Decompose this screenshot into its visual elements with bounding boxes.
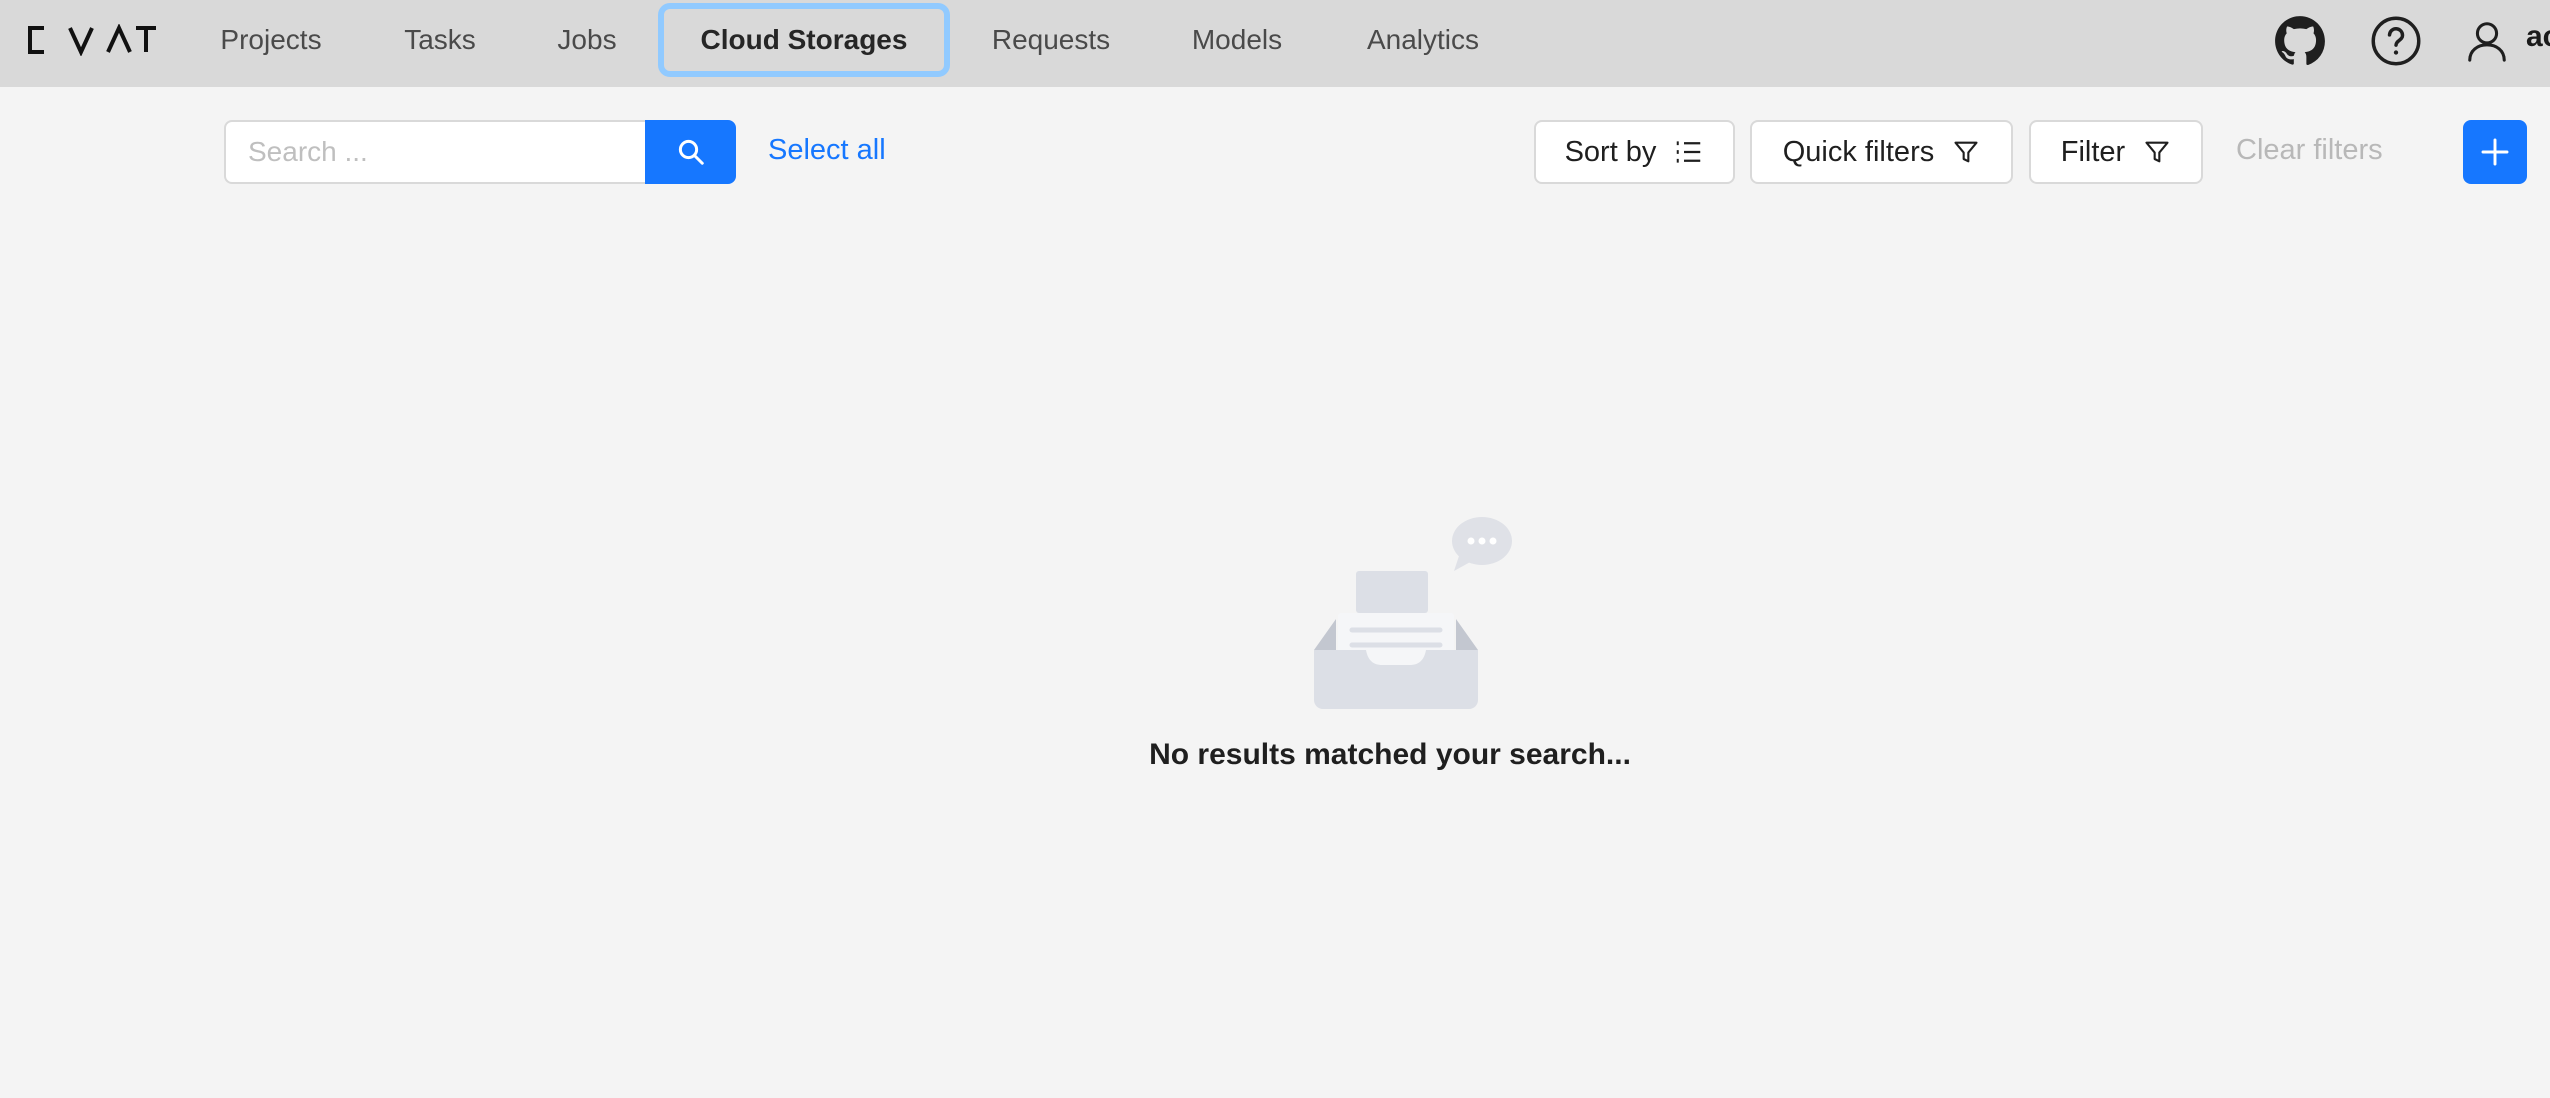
sort-list-icon bbox=[1677, 141, 1701, 163]
github-icon[interactable] bbox=[2274, 15, 2326, 67]
nav-cloud-storages[interactable]: Cloud Storages bbox=[658, 3, 950, 77]
search-icon bbox=[678, 139, 704, 165]
cvat-logo[interactable] bbox=[26, 24, 156, 56]
add-cloud-storage-button[interactable] bbox=[2463, 120, 2527, 184]
empty-inbox-icon bbox=[1314, 517, 1512, 709]
nav-jobs[interactable]: Jobs bbox=[538, 0, 636, 80]
funnel-icon bbox=[2145, 141, 2169, 163]
nav-projects[interactable]: Projects bbox=[200, 0, 342, 80]
filter-label: Filter bbox=[2060, 135, 2126, 168]
search-input[interactable] bbox=[224, 120, 646, 184]
select-all-link[interactable]: Select all bbox=[768, 134, 886, 167]
top-header: Projects Tasks Jobs Cloud Storages Reque… bbox=[0, 0, 2550, 87]
sort-by-button[interactable]: Sort by bbox=[1534, 120, 1735, 184]
plus-icon bbox=[2481, 138, 2509, 166]
user-icon[interactable] bbox=[2464, 15, 2510, 67]
user-name-label[interactable]: ac bbox=[2526, 20, 2550, 54]
nav-models[interactable]: Models bbox=[1170, 0, 1304, 80]
help-icon[interactable] bbox=[2370, 15, 2422, 67]
search-button[interactable] bbox=[645, 120, 736, 184]
quick-filters-button[interactable]: Quick filters bbox=[1750, 120, 2013, 184]
nav-analytics[interactable]: Analytics bbox=[1350, 0, 1496, 80]
empty-state-message: No results matched your search... bbox=[1149, 738, 1631, 771]
quick-filters-label: Quick filters bbox=[1782, 135, 1935, 168]
nav-tasks[interactable]: Tasks bbox=[380, 0, 500, 80]
funnel-icon bbox=[1954, 141, 1978, 163]
nav-requests[interactable]: Requests bbox=[976, 0, 1126, 80]
sort-by-label: Sort by bbox=[1564, 135, 1657, 168]
clear-filters-button[interactable]: Clear filters bbox=[2236, 134, 2383, 167]
filter-button[interactable]: Filter bbox=[2029, 120, 2203, 184]
